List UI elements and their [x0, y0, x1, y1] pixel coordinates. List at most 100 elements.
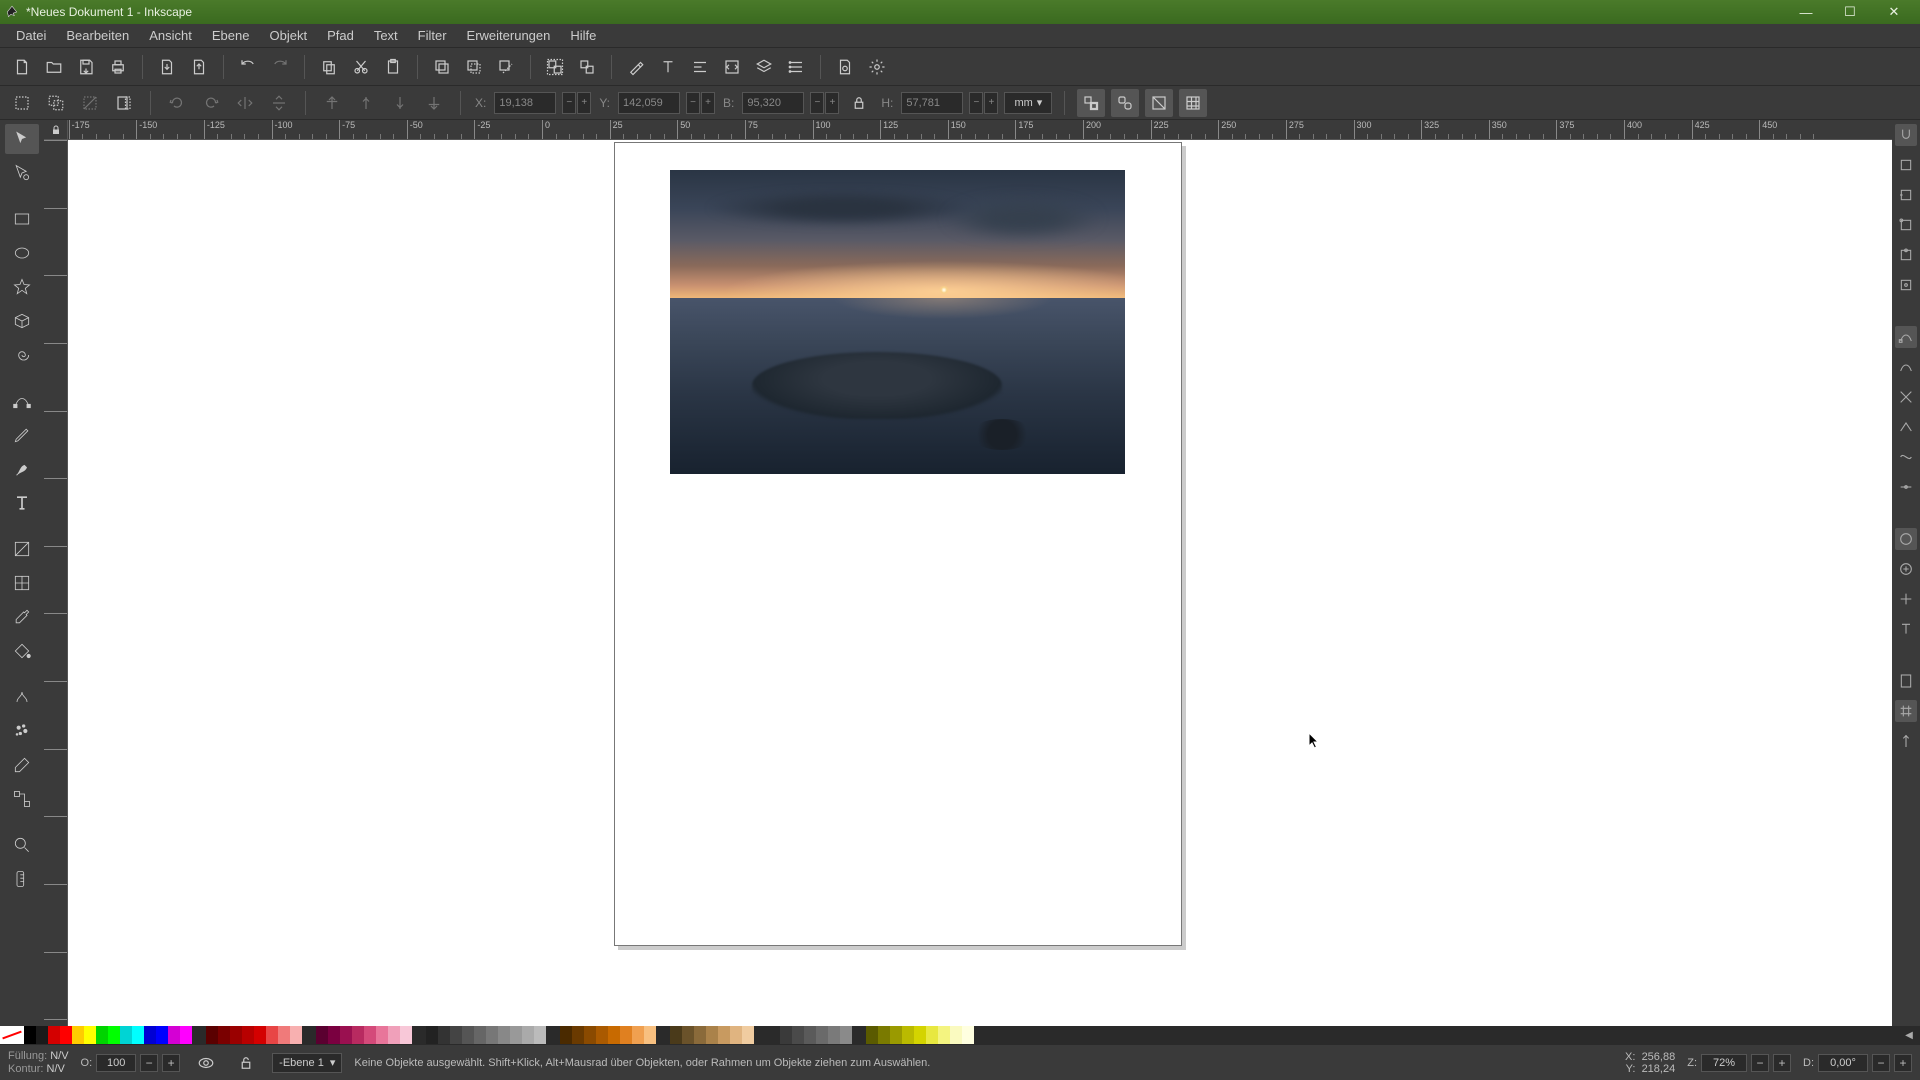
- move-gradient-button[interactable]: [1145, 89, 1173, 117]
- clone-button[interactable]: [460, 53, 488, 81]
- snap-midpoint[interactable]: [1895, 476, 1917, 498]
- swatch[interactable]: [938, 1026, 950, 1044]
- snap-smooth[interactable]: [1895, 446, 1917, 468]
- swatch[interactable]: [840, 1026, 852, 1044]
- flip-v-button[interactable]: [265, 89, 293, 117]
- spray-tool[interactable]: [5, 716, 39, 746]
- pencil-tool[interactable]: [5, 420, 39, 450]
- menu-pfad[interactable]: Pfad: [317, 25, 364, 46]
- swatch[interactable]: [242, 1026, 254, 1044]
- document-properties-button[interactable]: [831, 53, 859, 81]
- swatch[interactable]: [180, 1026, 192, 1044]
- swatch[interactable]: [620, 1026, 632, 1044]
- zoom-out[interactable]: −: [1751, 1054, 1769, 1072]
- close-button[interactable]: ✕: [1872, 1, 1916, 23]
- swatch[interactable]: [950, 1026, 962, 1044]
- swatch[interactable]: [878, 1026, 890, 1044]
- fill-stroke-button[interactable]: [622, 53, 650, 81]
- export-button[interactable]: [185, 53, 213, 81]
- x-dec[interactable]: −: [562, 92, 576, 114]
- swatch[interactable]: [670, 1026, 682, 1044]
- swatch[interactable]: [290, 1026, 302, 1044]
- swatch[interactable]: [682, 1026, 694, 1044]
- deselect-button[interactable]: [76, 89, 104, 117]
- swatch[interactable]: [278, 1026, 290, 1044]
- snap-text[interactable]: [1895, 618, 1917, 640]
- opacity-dec[interactable]: −: [140, 1054, 158, 1072]
- swatch[interactable]: [388, 1026, 400, 1044]
- layer-visibility-toggle[interactable]: [192, 1049, 220, 1077]
- lower-button[interactable]: [386, 89, 414, 117]
- unlink-clone-button[interactable]: [492, 53, 520, 81]
- text-tool-button[interactable]: [654, 53, 682, 81]
- swatch[interactable]: [132, 1026, 144, 1044]
- ruler-horizontal[interactable]: -175-150-125-100-75-50-25025507510012515…: [68, 120, 1892, 140]
- zoom-field[interactable]: 72%: [1701, 1054, 1747, 1072]
- opacity-inc[interactable]: +: [162, 1054, 180, 1072]
- text-tool[interactable]: [5, 488, 39, 518]
- rot-inc[interactable]: +: [1894, 1054, 1912, 1072]
- swatch[interactable]: [534, 1026, 546, 1044]
- imported-image[interactable]: [670, 170, 1125, 474]
- x-field[interactable]: 19,138: [494, 92, 556, 114]
- select-all-button[interactable]: [8, 89, 36, 117]
- snap-bbox[interactable]: [1895, 154, 1917, 176]
- swatch[interactable]: [890, 1026, 902, 1044]
- y-inc[interactable]: +: [701, 92, 715, 114]
- select-all-layers-button[interactable]: [42, 89, 70, 117]
- connector-tool[interactable]: [5, 784, 39, 814]
- swatch[interactable]: [230, 1026, 242, 1044]
- swatch[interactable]: [48, 1026, 60, 1044]
- snap-bbox-midpoint[interactable]: [1895, 244, 1917, 266]
- opacity-field[interactable]: 100: [96, 1054, 136, 1072]
- swatch[interactable]: [376, 1026, 388, 1044]
- swatch[interactable]: [340, 1026, 352, 1044]
- snap-toggle[interactable]: [1895, 124, 1917, 146]
- preferences-button[interactable]: [863, 53, 891, 81]
- star-tool[interactable]: [5, 272, 39, 302]
- swatch[interactable]: [462, 1026, 474, 1044]
- align-button[interactable]: [686, 53, 714, 81]
- swatch[interactable]: [742, 1026, 754, 1044]
- rotate-cw-button[interactable]: [197, 89, 225, 117]
- swatch[interactable]: [72, 1026, 84, 1044]
- swatch[interactable]: [60, 1026, 72, 1044]
- snap-rotation[interactable]: [1895, 588, 1917, 610]
- snap-others[interactable]: [1895, 528, 1917, 550]
- swatch[interactable]: [206, 1026, 218, 1044]
- menu-text[interactable]: Text: [364, 25, 408, 46]
- swatch[interactable]: [572, 1026, 584, 1044]
- menu-ebene[interactable]: Ebene: [202, 25, 260, 46]
- selector-tool[interactable]: [5, 124, 39, 154]
- w-inc[interactable]: +: [825, 92, 839, 114]
- swatch[interactable]: [108, 1026, 120, 1044]
- swatch[interactable]: [816, 1026, 828, 1044]
- swatch[interactable]: [352, 1026, 364, 1044]
- menu-erweiterungen[interactable]: Erweiterungen: [457, 25, 561, 46]
- swatch[interactable]: [316, 1026, 328, 1044]
- swatch[interactable]: [608, 1026, 620, 1044]
- snap-bbox-corner[interactable]: [1895, 214, 1917, 236]
- snap-path[interactable]: [1895, 356, 1917, 378]
- raise-button[interactable]: [352, 89, 380, 117]
- swatch[interactable]: [156, 1026, 168, 1044]
- canvas[interactable]: [68, 140, 1892, 1030]
- swatch[interactable]: [450, 1026, 462, 1044]
- snap-center[interactable]: [1895, 558, 1917, 580]
- rotate-ccw-button[interactable]: [163, 89, 191, 117]
- stroke-value[interactable]: N/V: [47, 1063, 65, 1075]
- zoom-in[interactable]: +: [1773, 1054, 1791, 1072]
- snap-nodes[interactable]: [1895, 326, 1917, 348]
- calligraphy-tool[interactable]: [5, 454, 39, 484]
- redo-button[interactable]: [266, 53, 294, 81]
- swatch[interactable]: [426, 1026, 438, 1044]
- swatch[interactable]: [144, 1026, 156, 1044]
- swatch[interactable]: [474, 1026, 486, 1044]
- h-field[interactable]: 57,781: [901, 92, 963, 114]
- y-dec[interactable]: −: [686, 92, 700, 114]
- swatch[interactable]: [120, 1026, 132, 1044]
- layers-button[interactable]: [750, 53, 778, 81]
- x-inc[interactable]: +: [577, 92, 591, 114]
- swatch[interactable]: [584, 1026, 596, 1044]
- w-dec[interactable]: −: [810, 92, 824, 114]
